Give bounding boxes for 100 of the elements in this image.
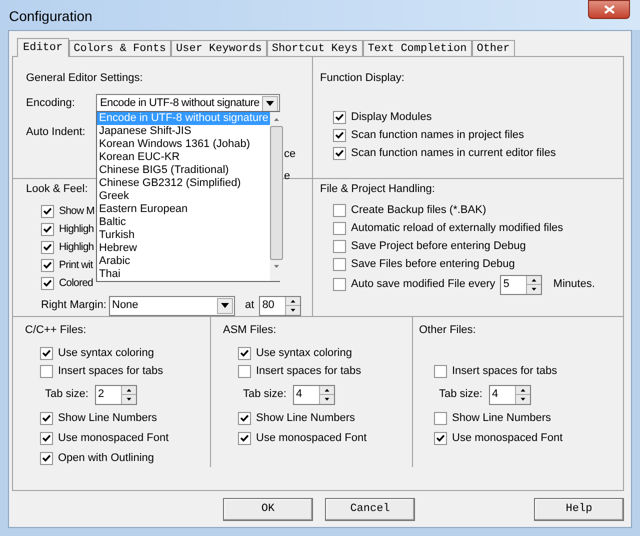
checkbox[interactable] bbox=[41, 259, 54, 272]
checkbox[interactable] bbox=[238, 432, 251, 445]
spin-field[interactable]: 2 bbox=[95, 384, 137, 404]
dropdown-arrow-icon[interactable] bbox=[266, 101, 274, 106]
dropdown-option[interactable]: Hebrew bbox=[97, 242, 270, 255]
checkbox-label: Show M bbox=[59, 204, 95, 219]
field-label: Tab size: bbox=[439, 387, 484, 402]
tab[interactable]: User Keywords bbox=[171, 40, 267, 56]
spin-field[interactable]: 80 bbox=[259, 296, 302, 316]
section-title: Look & Feel: bbox=[26, 182, 88, 197]
spin-field[interactable]: 5 bbox=[500, 274, 542, 294]
checkbox-label: Highligh bbox=[59, 222, 94, 237]
checkbox-label: Open with Outlining bbox=[58, 451, 154, 466]
checkbox[interactable] bbox=[333, 222, 346, 235]
dropdown-option[interactable]: Thai bbox=[97, 268, 270, 281]
dropdown-option[interactable]: Eastern European bbox=[97, 203, 270, 216]
window-title: Configuration bbox=[9, 7, 92, 26]
checkbox-label: Use monospaced Font bbox=[452, 431, 563, 446]
dropdown-option[interactable]: Chinese BIG5 (Traditional) bbox=[97, 164, 270, 177]
dropdown-option[interactable]: Baltic bbox=[97, 216, 270, 229]
checkbox-label: Highligh bbox=[59, 240, 94, 255]
dropdown-arrow-icon[interactable] bbox=[221, 303, 229, 308]
field-label: at bbox=[245, 298, 254, 314]
field-label: Minutes. bbox=[553, 277, 595, 292]
checkbox-label: Scan function names in project files bbox=[351, 128, 524, 144]
checkbox-label: Display Modules bbox=[351, 110, 432, 126]
checkbox-label: Automatic reload of externally modified files bbox=[351, 221, 564, 236]
checkbox[interactable] bbox=[40, 412, 53, 425]
checkbox[interactable] bbox=[40, 452, 53, 465]
field-label: Encoding: bbox=[26, 96, 76, 110]
checkbox[interactable] bbox=[434, 432, 447, 445]
checkbox-label: Use monospaced Font bbox=[58, 431, 169, 446]
dropdown-option[interactable]: Korean EUC-KR bbox=[97, 151, 270, 164]
checkbox[interactable] bbox=[238, 347, 251, 360]
checkbox[interactable] bbox=[333, 111, 346, 124]
checkbox-label: Use monospaced Font bbox=[256, 431, 367, 446]
checkbox[interactable] bbox=[41, 205, 54, 218]
checkbox[interactable] bbox=[333, 278, 346, 291]
close-button[interactable] bbox=[588, 0, 630, 19]
field-label: Right Margin: bbox=[41, 298, 108, 314]
checkbox-label: Save Files before entering Debug bbox=[351, 257, 515, 272]
checkbox[interactable] bbox=[40, 347, 53, 360]
dropdown-option[interactable]: Arabic bbox=[97, 255, 270, 268]
tab[interactable]: Other bbox=[472, 40, 515, 56]
checkbox-label: Show Line Numbers bbox=[256, 411, 356, 426]
field-label: Auto Indent: bbox=[26, 124, 86, 140]
dropdown-option[interactable]: Korean Windows 1361 (Johab) bbox=[97, 138, 270, 151]
spin-field[interactable]: 4 bbox=[293, 384, 335, 404]
dropdown-option[interactable]: Turkish bbox=[97, 229, 270, 242]
dialog-button[interactable]: OK bbox=[223, 498, 313, 521]
field-label: Tab size: bbox=[243, 387, 288, 402]
dialog-button[interactable]: Cancel bbox=[325, 498, 415, 521]
checkbox-label: Show Line Numbers bbox=[452, 411, 552, 426]
dropdown-option[interactable]: Chinese GB2312 (Simplified) bbox=[97, 177, 270, 190]
checkbox[interactable] bbox=[238, 365, 251, 378]
checkbox-label: Show Line Numbers bbox=[58, 411, 158, 426]
checkbox[interactable] bbox=[333, 240, 346, 253]
tab[interactable]: Shortcut Keys bbox=[266, 40, 363, 56]
checkbox[interactable] bbox=[40, 432, 53, 445]
checkbox[interactable] bbox=[434, 365, 447, 378]
checkbox-label: Colored bbox=[59, 276, 93, 291]
section-title: General Editor Settings: bbox=[26, 71, 144, 86]
tab[interactable]: Text Completion bbox=[362, 40, 472, 56]
checkbox-label: ce bbox=[284, 147, 296, 162]
tab[interactable]: Colors & Fonts bbox=[68, 40, 172, 56]
dropdown-option[interactable]: Japanese Shift-JIS bbox=[97, 125, 270, 138]
close-icon bbox=[604, 5, 614, 14]
checkbox-label: Auto save modified File every bbox=[351, 277, 496, 292]
tab[interactable]: Editor bbox=[17, 38, 69, 57]
checkbox[interactable] bbox=[41, 241, 54, 254]
checkbox[interactable] bbox=[333, 204, 346, 217]
right-margin-dropdown[interactable]: None bbox=[109, 296, 235, 316]
section-title: Function Display: bbox=[320, 71, 406, 86]
checkbox-label: Scan function names in current editor files bbox=[351, 146, 556, 162]
checkbox-label: Use syntax coloring bbox=[256, 346, 352, 362]
section-title: File & Project Handling: bbox=[320, 182, 436, 197]
checkbox-label: Insert spaces for tabs bbox=[452, 364, 558, 380]
checkbox-label: Create Backup files (*.BAK) bbox=[351, 203, 486, 218]
encoding-dropdown[interactable]: Encode in UTF-8 without signature bbox=[96, 94, 280, 114]
dropdown-option[interactable]: Greek bbox=[97, 190, 270, 203]
checkbox[interactable] bbox=[41, 277, 54, 290]
checkbox-label: e bbox=[284, 168, 290, 184]
checkbox-label: Use syntax coloring bbox=[58, 346, 154, 362]
checkbox[interactable] bbox=[434, 412, 447, 425]
scrollbar[interactable] bbox=[270, 112, 284, 281]
checkbox[interactable] bbox=[333, 258, 346, 271]
spin-field[interactable]: 4 bbox=[489, 384, 531, 404]
section-title: Other Files: bbox=[419, 323, 477, 338]
section-title: C/C++ Files: bbox=[25, 323, 88, 338]
checkbox[interactable] bbox=[238, 412, 251, 425]
checkbox-label: Save Project before entering Debug bbox=[351, 239, 526, 254]
checkbox[interactable] bbox=[40, 365, 53, 378]
checkbox[interactable] bbox=[333, 147, 346, 160]
checkbox-label: Insert spaces for tabs bbox=[256, 364, 362, 380]
checkbox[interactable] bbox=[41, 223, 54, 236]
dialog-button[interactable]: Help bbox=[534, 498, 624, 521]
section-title: ASM Files: bbox=[223, 323, 278, 338]
checkbox-label: Print wit bbox=[59, 258, 93, 273]
checkbox[interactable] bbox=[333, 129, 346, 142]
checkbox-label: Insert spaces for tabs bbox=[58, 364, 164, 380]
